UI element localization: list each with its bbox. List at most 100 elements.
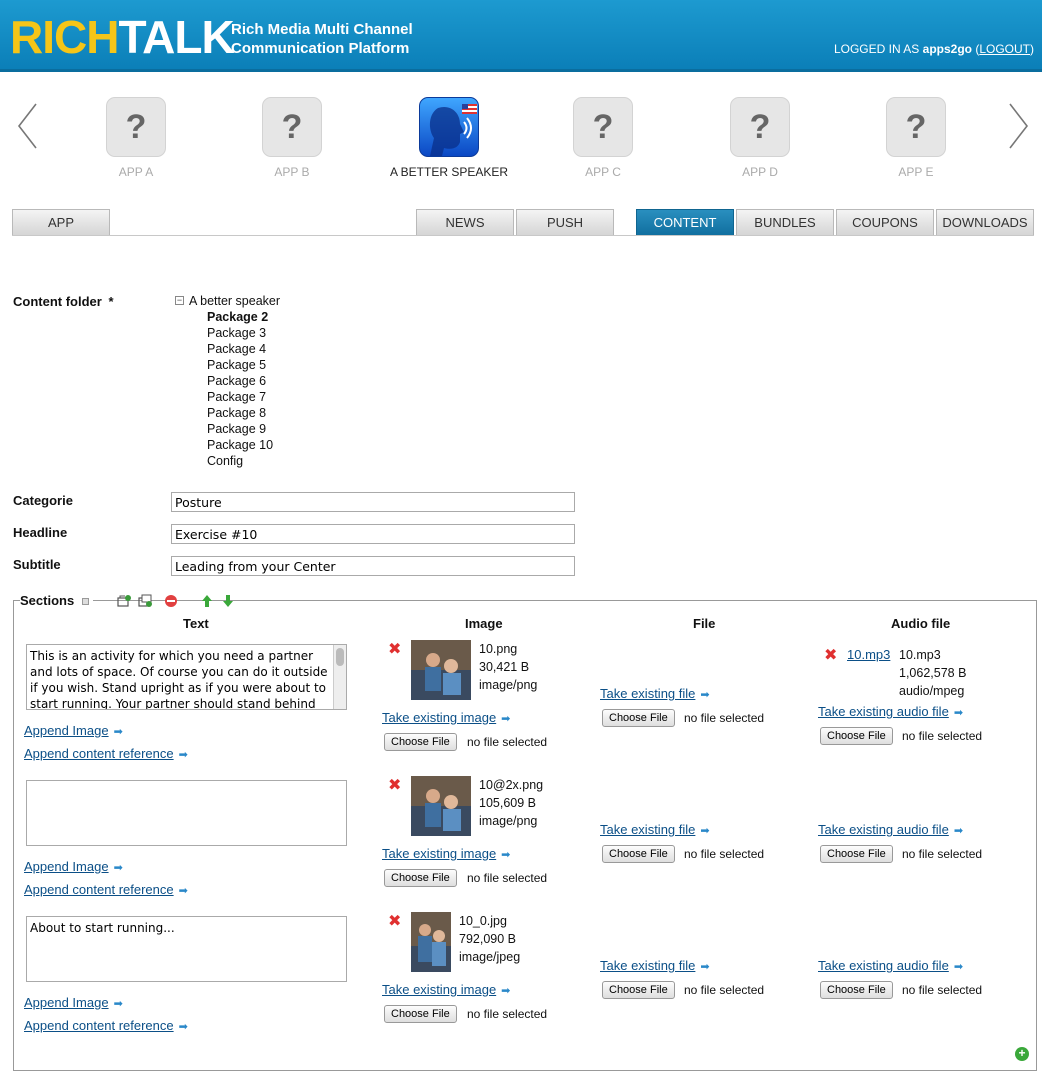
login-status: LOGGED IN AS apps2go (LOGOUT)	[833, 42, 1034, 56]
scrollbar-thumb[interactable]	[336, 648, 344, 666]
tab-coupons[interactable]: COUPONS	[836, 209, 934, 235]
section-text-1[interactable]: This is an activity for which you need a…	[26, 644, 347, 710]
image-name: 10.png	[479, 642, 518, 656]
tree-item-config[interactable]: Config	[207, 453, 280, 469]
take-existing-image-link[interactable]: Take existing image ➡	[382, 710, 510, 725]
tab-news[interactable]: NEWS	[416, 209, 514, 235]
choose-image-file-button[interactable]: Choose File	[384, 733, 457, 751]
tree-item-package-7[interactable]: Package 7	[207, 389, 280, 405]
logout-link[interactable]: LOGOUT	[979, 42, 1030, 56]
delete-audio-icon[interactable]: ✖	[824, 648, 838, 664]
take-existing-file-link[interactable]: Take existing file ➡	[600, 822, 710, 837]
choose-audio-file-button[interactable]: Choose File	[820, 845, 893, 863]
tree-item-package-9[interactable]: Package 9	[207, 421, 280, 437]
add-section-icon[interactable]	[117, 594, 131, 608]
remove-section-icon[interactable]	[164, 594, 178, 608]
take-existing-file-link[interactable]: Take existing file ➡	[600, 958, 710, 973]
image-name: 10_0.jpg	[459, 914, 507, 928]
app-label: APP D	[742, 165, 778, 179]
tree-item-package-4[interactable]: Package 4	[207, 341, 280, 357]
move-down-icon[interactable]	[221, 594, 235, 608]
move-up-icon[interactable]	[200, 594, 214, 608]
choose-file-button[interactable]: Choose File	[602, 981, 675, 999]
image-meta: 10@2x.png 105,609 B image/png	[479, 776, 543, 830]
append-image-link[interactable]: Append Image ➡	[24, 859, 123, 874]
tab-app[interactable]: APP	[12, 209, 110, 235]
chevron-left-icon[interactable]	[16, 102, 38, 150]
tab-content[interactable]: CONTENT	[636, 209, 734, 235]
app-e[interactable]: ? APP E	[856, 97, 976, 179]
no-file-text: no file selected	[902, 847, 983, 861]
categorie-input[interactable]	[171, 492, 575, 512]
append-image-link[interactable]: Append Image ➡	[24, 995, 123, 1010]
take-existing-file-link[interactable]: Take existing file ➡	[600, 686, 710, 701]
take-file-label: Take existing file	[600, 822, 696, 837]
choose-file-button[interactable]: Choose File	[602, 845, 675, 863]
take-existing-audio-link[interactable]: Take existing audio file ➡	[818, 822, 963, 837]
copy-section-icon[interactable]	[138, 594, 152, 608]
tree-item-package-8[interactable]: Package 8	[207, 405, 280, 421]
headline-label: Headline	[13, 525, 68, 540]
collapse-icon[interactable]: −	[175, 296, 184, 305]
delete-image-icon[interactable]: ✖	[388, 642, 402, 658]
app-c[interactable]: ? APP C	[543, 97, 663, 179]
take-file-label: Take existing file	[600, 686, 696, 701]
append-image-link[interactable]: Append Image ➡	[24, 723, 123, 738]
take-existing-image-link[interactable]: Take existing image ➡	[382, 982, 510, 997]
take-audio-label: Take existing audio file	[818, 822, 949, 837]
append-content-reference-link[interactable]: Append content reference ➡	[24, 746, 188, 761]
arrow-right-icon: ➡	[501, 985, 511, 997]
take-existing-audio-link[interactable]: Take existing audio file ➡	[818, 958, 963, 973]
header-bar: RICHTALK Rich Media Multi Channel Commun…	[0, 0, 1042, 72]
image-type: image/jpeg	[459, 950, 521, 964]
delete-image-icon[interactable]: ✖	[388, 778, 402, 794]
app-b[interactable]: ? APP B	[232, 97, 352, 179]
tree-item-package-6[interactable]: Package 6	[207, 373, 280, 389]
take-image-label: Take existing image	[382, 710, 497, 725]
choose-image-file-button[interactable]: Choose File	[384, 1005, 457, 1023]
subtitle-label: Subtitle	[13, 557, 61, 572]
tree-item-package-2[interactable]: Package 2	[207, 309, 280, 325]
choose-audio-file-button[interactable]: Choose File	[820, 981, 893, 999]
tab-downloads[interactable]: DOWNLOADS	[936, 209, 1034, 235]
app-d[interactable]: ? APP D	[700, 97, 820, 179]
append-image-label: Append Image	[24, 995, 109, 1010]
headline-input[interactable]	[171, 524, 575, 544]
choose-file-button[interactable]: Choose File	[602, 709, 675, 727]
append-content-reference-link[interactable]: Append content reference ➡	[24, 1018, 188, 1033]
tree-item-package-3[interactable]: Package 3	[207, 325, 280, 341]
tree-item-package-10[interactable]: Package 10	[207, 437, 280, 453]
tree-item-package-5[interactable]: Package 5	[207, 357, 280, 373]
add-section-plus-icon[interactable]: +	[1015, 1047, 1029, 1061]
tree-root[interactable]: − A better speaker	[175, 293, 280, 309]
section-text-2[interactable]	[26, 780, 347, 846]
no-file-text: no file selected	[684, 711, 765, 725]
app-a[interactable]: ? APP A	[76, 97, 196, 179]
no-file-text: no file selected	[684, 983, 765, 997]
choose-image-file-button[interactable]: Choose File	[384, 869, 457, 887]
image-type: image/png	[479, 814, 538, 828]
take-existing-image-link[interactable]: Take existing image ➡	[382, 846, 510, 861]
question-icon: ?	[106, 97, 166, 157]
column-header-audio: Audio file	[891, 616, 951, 631]
subtitle-input[interactable]	[171, 556, 575, 576]
app-a-better-speaker[interactable]: A BETTER SPEAKER	[389, 97, 509, 179]
tab-bundles[interactable]: BUNDLES	[736, 209, 834, 235]
chevron-right-icon[interactable]	[1008, 102, 1030, 150]
categorie-label: Categorie	[13, 493, 73, 508]
take-existing-audio-link[interactable]: Take existing audio file ➡	[818, 704, 963, 719]
append-content-reference-link[interactable]: Append content reference ➡	[24, 882, 188, 897]
arrow-right-icon: ➡	[113, 998, 123, 1010]
audio-file-link[interactable]: 10.mp3	[847, 647, 890, 662]
choose-audio-file-button[interactable]: Choose File	[820, 727, 893, 745]
app-label: A BETTER SPEAKER	[389, 165, 509, 179]
no-file-text: no file selected	[684, 847, 765, 861]
tab-push[interactable]: PUSH	[516, 209, 614, 235]
image-type: image/png	[479, 678, 538, 692]
collapse-small-icon[interactable]	[81, 598, 89, 606]
content-folder-label: Content folder *	[13, 294, 114, 309]
delete-image-icon[interactable]: ✖	[388, 914, 402, 930]
section-text-3[interactable]: About to start running...	[26, 916, 347, 982]
required-mark: *	[108, 294, 114, 309]
textarea-scrollbar[interactable]	[333, 645, 346, 709]
